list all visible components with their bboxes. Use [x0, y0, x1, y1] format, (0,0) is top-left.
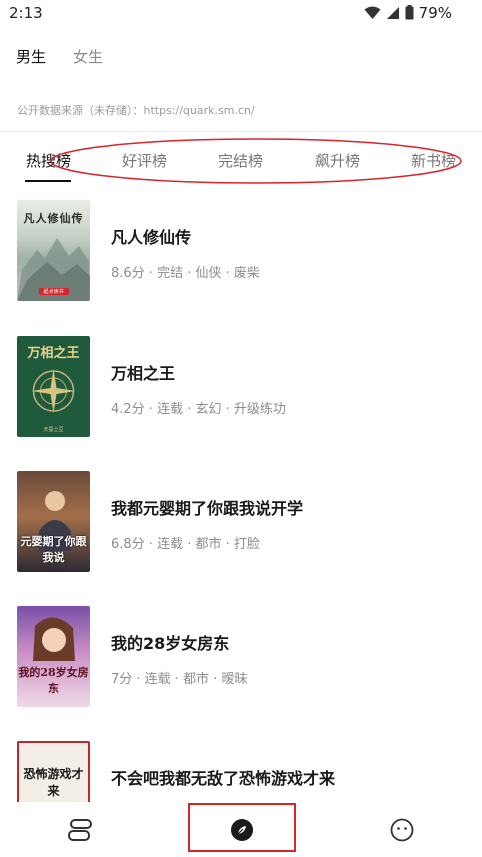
book-list: 凡人修仙传 起点读书 凡人修仙传 8.6分 · 完结 · 仙侠 · 废柴 万相之… — [0, 200, 482, 802]
book-item[interactable]: 凡人修仙传 起点读书 凡人修仙传 8.6分 · 完结 · 仙侠 · 废柴 — [0, 200, 482, 302]
tab-male[interactable]: 男生 — [16, 46, 46, 67]
status-bar: 2:13 79% — [0, 0, 482, 28]
book-cover: 元婴期了你跟我说 — [17, 471, 90, 572]
signal-icon — [387, 6, 399, 19]
book-item[interactable]: 万相之王 天蚕土豆 万相之王 4.2分 · 连载 · 玄幻 · 升级练功 — [0, 336, 482, 438]
tab-rising[interactable]: 飙升榜 — [315, 150, 360, 171]
discover-icon — [231, 818, 253, 841]
bookshelf-icon — [68, 818, 92, 841]
cover-title: 我的28岁女房东 — [18, 666, 89, 695]
status-time: 2:13 — [9, 4, 43, 22]
book-cover: 恐怖游戏才来 — [17, 741, 90, 802]
tab-top-rated[interactable]: 好评榜 — [122, 150, 167, 171]
cover-title: 万相之王 — [27, 346, 80, 361]
nav-profile[interactable] — [362, 802, 442, 857]
cover-title: 恐怖游戏才来 — [23, 767, 84, 798]
tab-female[interactable]: 女生 — [73, 46, 103, 67]
book-item[interactable]: 恐怖游戏才来 不会吧我都无敌了恐怖游戏才来 — [0, 741, 482, 802]
book-meta: 7分 · 连载 · 都市 · 暧昧 — [111, 672, 248, 687]
nav-bookshelf[interactable] — [40, 802, 120, 857]
wifi-icon — [364, 6, 381, 19]
ranking-tabs: 热搜榜 好评榜 完结榜 飙升榜 新书榜 — [0, 146, 482, 186]
book-meta: 6.8分 · 连载 · 都市 · 打脸 — [111, 537, 260, 552]
tab-new-books[interactable]: 新书榜 — [411, 150, 456, 171]
book-cover: 万相之王 天蚕土豆 — [17, 336, 90, 437]
gender-tabs: 男生 女生 — [16, 46, 103, 67]
bottom-nav — [0, 802, 482, 857]
battery-icon — [405, 5, 414, 20]
cover-title: 元婴期了你跟我说 — [20, 535, 87, 564]
book-cover: 我的28岁女房东 — [17, 606, 90, 707]
data-source-note: 公开数据来源（未存储）：https://quark.sm.cn/ — [17, 104, 255, 117]
book-title: 万相之王 — [111, 364, 176, 383]
book-item[interactable]: 元婴期了你跟我说 我都元婴期了你跟我说开学 6.8分 · 连载 · 都市 · 打… — [0, 471, 482, 573]
book-title: 不会吧我都无敌了恐怖游戏才来 — [111, 769, 336, 788]
book-cover: 凡人修仙传 起点读书 — [17, 200, 90, 301]
tab-hot-search[interactable]: 热搜榜 — [26, 150, 71, 171]
book-title: 我都元婴期了你跟我说开学 — [111, 499, 304, 518]
divider — [0, 131, 482, 132]
book-meta: 4.2分 · 连载 · 玄幻 · 升级练功 — [111, 402, 286, 417]
book-meta: 8.6分 · 完结 · 仙侠 · 废柴 — [111, 266, 260, 281]
book-title: 我的28岁女房东 — [111, 634, 230, 653]
nav-discover[interactable] — [202, 802, 282, 857]
battery-percent: 79% — [418, 4, 452, 22]
cover-publisher: 起点读书 — [43, 289, 64, 295]
tab-completed[interactable]: 完结榜 — [218, 150, 263, 171]
profile-icon — [390, 818, 414, 841]
book-title: 凡人修仙传 — [111, 228, 192, 247]
active-tab-indicator — [25, 180, 71, 182]
cover-author: 天蚕土豆 — [43, 427, 64, 433]
cover-title: 凡人修仙传 — [23, 212, 84, 225]
book-item[interactable]: 我的28岁女房东 我的28岁女房东 7分 · 连载 · 都市 · 暧昧 — [0, 606, 482, 708]
